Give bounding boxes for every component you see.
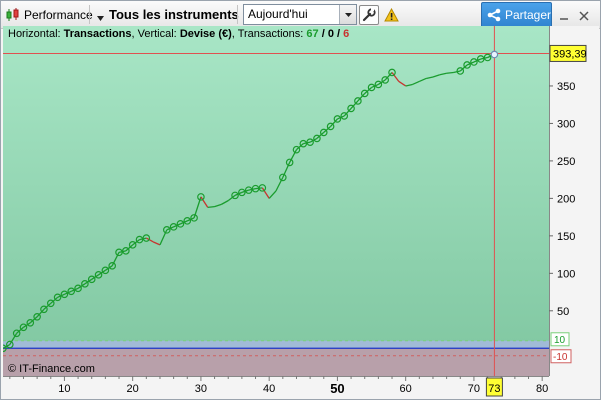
performance-menu[interactable]: Performance (5, 1, 93, 28)
instruments-label: Tous les instruments (109, 7, 239, 22)
close-button[interactable] (579, 1, 589, 28)
chart-plot-area (3, 26, 549, 376)
chevron-down-icon[interactable] (339, 5, 356, 24)
horizontal-value: Transactions (63, 28, 132, 40)
y-tick-label: 300 (557, 118, 575, 130)
positive-band (3, 340, 549, 349)
gain-segment (207, 205, 215, 209)
period-value: Aujourd'hui (248, 7, 308, 21)
horizontal-label: Horizontal: (8, 28, 61, 40)
cursor-x-label: 73 (488, 383, 500, 395)
chart-header: Horizontal: Transactions, Vertical: Devi… (8, 28, 349, 40)
x-tick-label: 50 (330, 381, 344, 396)
transactions-label: , Transactions: (231, 28, 304, 40)
toolbar-separator (89, 5, 90, 24)
toolbar: Performance Tous les instruments Aujourd… (1, 1, 600, 29)
share-icon (487, 8, 501, 22)
performance-label: Performance (24, 7, 93, 22)
transactions-losses: 6 (343, 28, 350, 40)
share-button[interactable]: Partager (481, 2, 552, 28)
y-tick-label: 100 (557, 268, 575, 280)
data-point (490, 50, 499, 59)
y-tick-label: 50 (557, 306, 569, 318)
candlestick-icon (5, 7, 21, 23)
x-tick-label: 70 (468, 383, 480, 395)
separator-1: / (318, 28, 328, 40)
equity-chart[interactable]: Horizontal: Transactions, Vertical: Devi… (3, 26, 549, 376)
y-tick-label: 150 (557, 231, 575, 243)
vertical-value: Devise (€) (179, 28, 232, 40)
separator-2: / (333, 28, 344, 40)
warning-icon (384, 7, 399, 22)
share-label: Partager (505, 8, 552, 22)
x-tick-label: 20 (127, 383, 139, 395)
close-icon (579, 10, 589, 21)
x-tick-label: 10 (58, 383, 70, 395)
x-tick-label: 30 (195, 383, 207, 395)
period-select[interactable]: Aujourd'hui (243, 4, 357, 25)
x-tick-label: 60 (400, 383, 412, 395)
minimize-button[interactable] (559, 1, 569, 28)
y-axis-svg: 50 100 150 200 250 300 350 10 -10 393,39 (549, 26, 587, 376)
toolbar-separator (237, 5, 238, 24)
instruments-dropdown[interactable]: Tous les instruments (96, 1, 239, 28)
transactions-total: 67 (306, 28, 319, 40)
y-tick-label: 200 (557, 193, 575, 205)
wrench-icon (359, 4, 379, 25)
x-axis: 10 20 30 40 50 60 70 80 73 (3, 376, 549, 398)
x-tick-label: 40 (263, 383, 275, 395)
chart-background (3, 26, 549, 376)
minimize-icon (559, 10, 569, 20)
vertical-label: , Vertical: (131, 28, 177, 40)
settings-button[interactable] (359, 1, 379, 28)
y-tick-label: 350 (557, 81, 575, 93)
chevron-down-icon (96, 11, 105, 21)
x-axis-svg: 10 20 30 40 50 60 70 80 73 (3, 376, 549, 397)
lower-threshold-label: -10 (553, 352, 568, 363)
warning-indicator[interactable] (384, 1, 399, 28)
upper-threshold-label: 10 (554, 335, 566, 346)
x-tick-label: 80 (536, 383, 548, 395)
copyright-label: © IT-Finance.com (8, 363, 95, 375)
cursor-value-label: 393,39 (553, 48, 587, 60)
gain-segment (446, 71, 454, 74)
y-axis: 50 100 150 200 250 300 350 10 -10 393,39 (549, 26, 599, 376)
y-tick-label: 250 (557, 156, 575, 168)
